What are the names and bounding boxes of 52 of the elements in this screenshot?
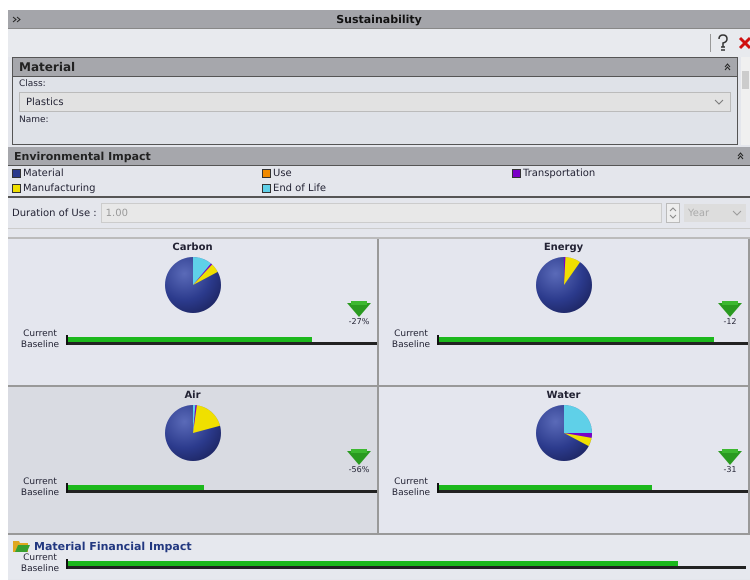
bar-label: Current [22,553,58,564]
group-header[interactable]: Material [13,58,737,77]
close-icon[interactable] [738,36,750,50]
legend-label: End of Life [273,183,326,194]
panel-title: Air [184,390,201,401]
down-arrow-icon [347,301,371,317]
pie-drawing [534,255,594,315]
class-dropdown[interactable]: Plastics [19,92,731,112]
group-title: Material [19,60,76,74]
dropdown-caret-icon [714,99,724,105]
collapse-icon[interactable] [737,152,744,160]
change-percent: -31 [723,465,737,474]
spinner-arrows-icon [669,206,677,220]
pie-drawing [162,255,222,315]
change-percent: -27% [348,317,370,326]
bar-label: Baseline [20,340,60,351]
scrollbar[interactable] [741,57,750,145]
group-header[interactable]: Environmental Impact [8,147,750,166]
bar-label: Baseline [390,488,432,499]
bar-label: Baseline [390,340,432,351]
legend-label: Manufacturing [23,183,96,194]
panel-title: Carbon [172,242,213,253]
legend-label: Material [23,168,64,179]
dropdown-caret-icon [732,210,742,216]
down-arrow-icon [718,301,742,317]
bar-label: Baseline [20,488,60,499]
folder-icon [12,539,30,553]
help-icon[interactable] [710,34,730,52]
bar-label: Current [393,477,429,488]
legend-label: Use [273,168,292,179]
down-arrow-icon [718,449,742,465]
field-label: Duration of Use : [12,208,97,218]
down-arrow-icon [347,449,371,465]
legend-label: Transportation [523,168,596,179]
window-title: Sustainability [336,12,422,26]
spin-button[interactable] [666,203,680,223]
collapse-icon[interactable] [724,63,731,71]
section-title: Material Financial Impact [34,540,192,552]
pie-drawing [162,403,222,463]
bar-label: Current [393,329,429,340]
change-percent: -56% [348,465,370,474]
panel-title: Energy [544,242,584,253]
group-title: Environmental Impact [14,150,151,162]
panel-title: Water [546,390,580,401]
bar-label: Current [22,329,58,340]
change-percent: -12 [723,317,737,326]
expand-icon[interactable] [12,16,21,22]
field-label: Name: [19,115,50,125]
bar-label: Current [22,477,58,488]
pie-drawing [534,403,594,463]
field-label: Class: [19,79,47,89]
bar-label: Baseline [20,564,60,575]
